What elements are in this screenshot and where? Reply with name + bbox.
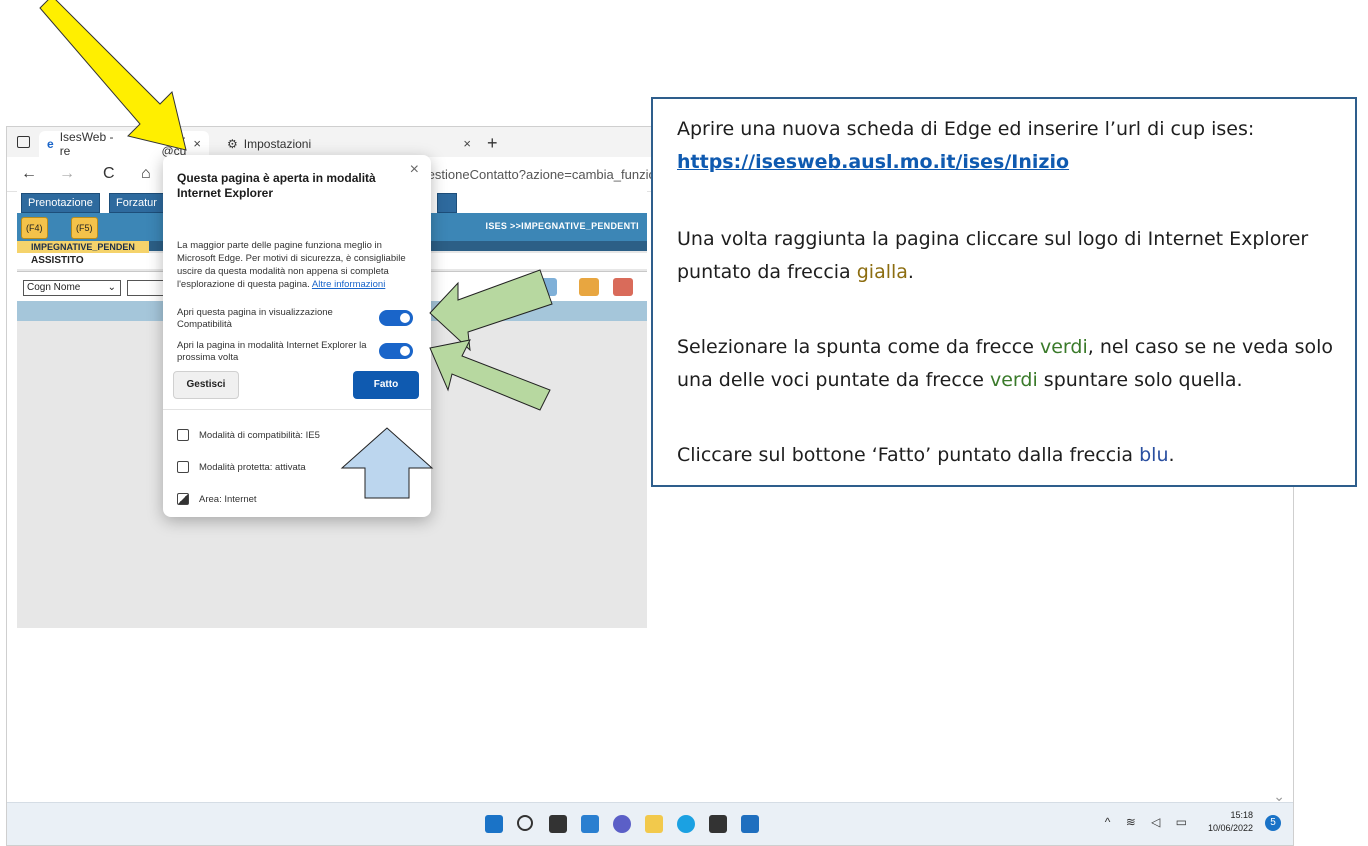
instruction-1: Aprire una nuova scheda di Edge ed inser… bbox=[677, 113, 1337, 179]
instruction-1-text: Aprire una nuova scheda di Edge ed inser… bbox=[677, 118, 1255, 140]
instruction-3: Selezionare la spunta come da frecce ver… bbox=[677, 331, 1337, 397]
instruction-3-end: spuntare solo quella. bbox=[1037, 369, 1243, 391]
ises-url-link[interactable]: https://isesweb.ausl.mo.it/ises/Inizio bbox=[677, 151, 1069, 173]
instruction-box: Aprire una nuova scheda di Edge ed inser… bbox=[651, 97, 1357, 487]
color-word-blue: blu bbox=[1139, 444, 1169, 466]
blue-arrow bbox=[340, 427, 434, 499]
yellow-arrow bbox=[39, 0, 187, 151]
instruction-4-end: . bbox=[1168, 444, 1175, 466]
green-arrow-top bbox=[429, 269, 553, 352]
instruction-2: Una volta raggiunta la pagina cliccare s… bbox=[677, 223, 1337, 289]
instruction-3-text: Selezionare la spunta come da frecce bbox=[677, 336, 1040, 358]
color-word-green: verdi bbox=[1040, 336, 1088, 358]
color-word-green-2: verdi bbox=[990, 369, 1038, 391]
color-word-yellow: gialla bbox=[856, 261, 908, 283]
instruction-2-end: . bbox=[907, 261, 914, 283]
instruction-4: Cliccare sul bottone ‘Fatto’ puntato dal… bbox=[677, 439, 1337, 472]
green-arrow-bottom bbox=[429, 339, 551, 411]
instruction-2-text: Una volta raggiunta la pagina cliccare s… bbox=[677, 228, 1309, 283]
instruction-4-text: Cliccare sul bottone ‘Fatto’ puntato dal… bbox=[677, 444, 1140, 466]
